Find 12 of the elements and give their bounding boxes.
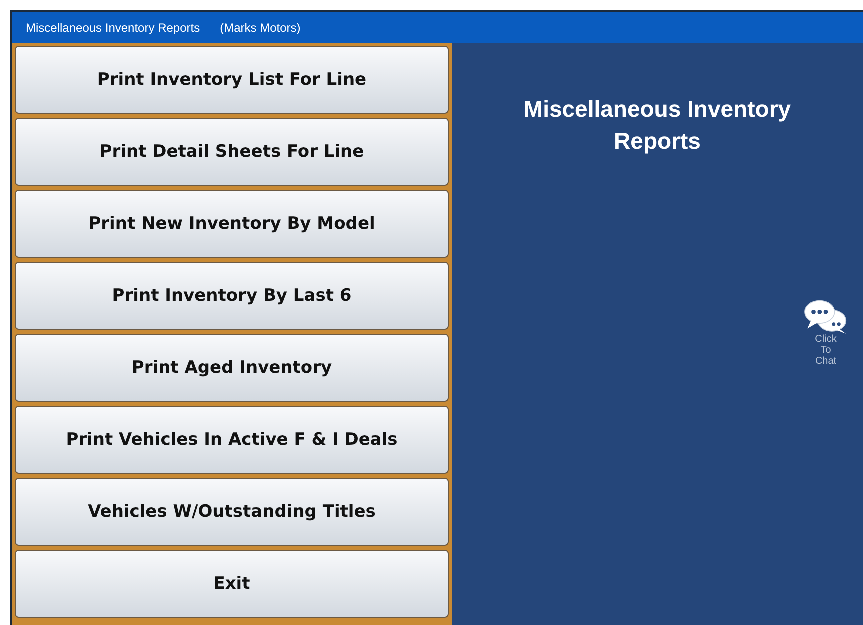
panel-heading: Miscellaneous Inventory Reports: [522, 95, 792, 156]
menu-button[interactable]: Print Inventory By Last 6: [15, 262, 449, 330]
menu-button[interactable]: Print Inventory List For Line: [15, 46, 449, 114]
menu-button[interactable]: Print Detail Sheets For Line: [15, 118, 449, 186]
window-title: Miscellaneous Inventory Reports: [26, 20, 200, 34]
menu-button[interactable]: Exit: [15, 550, 449, 618]
menu-button[interactable]: Print Aged Inventory: [15, 334, 449, 402]
menu-button[interactable]: Print Vehicles In Active F & I Deals: [15, 406, 449, 474]
chat-button[interactable]: Click To Chat: [799, 299, 853, 367]
company-name: (Marks Motors): [220, 20, 301, 34]
menu-button[interactable]: Vehicles W/Outstanding Titles: [15, 478, 449, 546]
menu-button[interactable]: Print New Inventory By Model: [15, 190, 449, 258]
